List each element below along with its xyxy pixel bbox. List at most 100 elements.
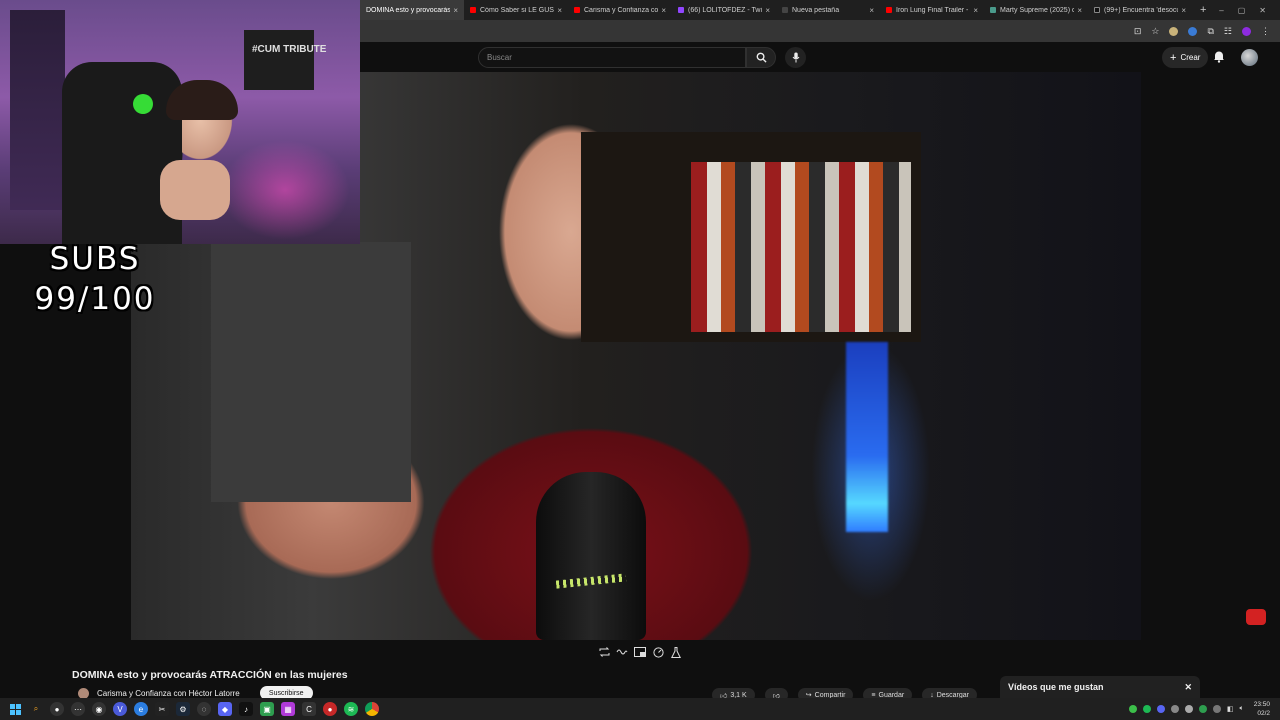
browser-tab[interactable]: Iron Lung Final Trailer - Yo ×: [880, 0, 984, 20]
browser-tab[interactable]: Cómo Saber si LE GUSTAS ×: [464, 0, 568, 20]
speed-icon[interactable]: [652, 646, 664, 658]
tiktok-favicon-icon: [1094, 7, 1100, 13]
miniplayer-icon[interactable]: [634, 646, 646, 658]
player-extra-controls: [590, 643, 690, 661]
twitch-favicon-icon: [678, 7, 684, 13]
subs-goal-overlay: SUBS 99/100: [0, 240, 190, 320]
edge-icon[interactable]: e: [134, 702, 148, 716]
browser-tab[interactable]: Marty Supreme (2025) d ×: [984, 0, 1088, 20]
streamer-webcam: #CUM TRIBUTE: [0, 0, 360, 244]
tray-spotify-icon[interactable]: [1142, 705, 1151, 713]
tab-label: (66) LOLITOFDEZ - Twitch: [688, 6, 763, 14]
youtube-favicon-icon: [470, 7, 476, 13]
close-icon[interactable]: ×: [869, 6, 874, 15]
liked-panel-title: Vídeos que me gustan: [1008, 682, 1104, 692]
close-icon[interactable]: ✕: [1184, 682, 1192, 696]
browser-tab-active[interactable]: DOMINA esto y provocarás ATRACCIÓN en la…: [360, 0, 464, 20]
close-icon[interactable]: ×: [453, 6, 458, 15]
extension-icon[interactable]: [1188, 26, 1198, 36]
minimize-button[interactable]: –: [1219, 6, 1223, 15]
tray-app-icon[interactable]: [1212, 705, 1221, 713]
browser-menu-icon[interactable]: ⋮: [1261, 26, 1270, 37]
install-app-icon[interactable]: ⊡: [1134, 26, 1142, 37]
subs-count: 99/100: [34, 281, 156, 317]
extension-icon[interactable]: [1169, 26, 1179, 36]
tray-app-icon[interactable]: [1184, 705, 1193, 713]
account-avatar[interactable]: [1241, 49, 1258, 66]
close-icon[interactable]: ×: [1181, 6, 1186, 15]
browser-tab[interactable]: (99+) Encuentra 'desocupa' ×: [1088, 0, 1192, 20]
tiktok-icon[interactable]: ♪: [239, 702, 253, 716]
streamer-hair: [166, 80, 238, 120]
browser-tab[interactable]: (66) LOLITOFDEZ - Twitch ×: [672, 0, 776, 20]
notifications-bell-icon[interactable]: [1213, 50, 1225, 63]
lightbulb-icon[interactable]: ◌: [197, 702, 211, 716]
steam-icon[interactable]: ⚙: [176, 702, 190, 716]
close-window-button[interactable]: ✕: [1259, 6, 1266, 15]
app-v-icon[interactable]: V: [113, 702, 127, 716]
extensions-puzzle-icon[interactable]: ⧉: [1207, 26, 1213, 37]
network-icon[interactable]: ◧: [1227, 705, 1234, 713]
microphone-icon: [792, 52, 799, 63]
channel-name[interactable]: Carisma y Confianza con Héctor Latorre: [97, 689, 240, 698]
tab-label: Iron Lung Final Trailer - Yo: [896, 6, 971, 14]
browser-tab[interactable]: Nueva pestaña ×: [776, 0, 880, 20]
capcut-icon[interactable]: ✂: [155, 702, 169, 716]
create-label: Crear: [1180, 53, 1201, 62]
bookmark-star-icon[interactable]: ☆: [1151, 26, 1159, 37]
profile-icon[interactable]: [1242, 26, 1251, 36]
channel-avatar[interactable]: [78, 687, 89, 699]
search-input[interactable]: Buscar: [478, 47, 746, 68]
close-icon[interactable]: ×: [765, 6, 770, 15]
framed-shirt: [244, 30, 314, 90]
plus-icon: +: [1170, 51, 1177, 64]
site-favicon-icon: [990, 7, 996, 13]
loop-icon[interactable]: [598, 646, 610, 658]
tray-discord-icon[interactable]: [1156, 705, 1165, 713]
windows-start-icon[interactable]: [8, 702, 22, 716]
search-icon: [756, 52, 767, 63]
new-tab-favicon-icon: [782, 7, 788, 13]
app-icon[interactable]: ●: [50, 702, 64, 716]
restore-button[interactable]: ▢: [1238, 6, 1246, 15]
tab-label: Carisma y Confianza con: [584, 6, 659, 14]
youtube-favicon-icon: [574, 7, 580, 13]
reading-list-icon[interactable]: ☷: [1224, 26, 1232, 37]
audio-icon[interactable]: [616, 646, 628, 658]
gaming-chair: [62, 62, 182, 244]
search-button[interactable]: [746, 47, 776, 68]
taskbar-clock[interactable]: 23:50 02/2: [1254, 700, 1270, 718]
lab-flask-icon[interactable]: [670, 646, 682, 658]
voice-search-button[interactable]: [785, 47, 806, 68]
app-color-icon[interactable]: ▦: [281, 702, 295, 716]
razer-logo-icon: [133, 94, 153, 114]
podcast-microphone: [536, 472, 646, 640]
background-books: [691, 162, 911, 332]
search-icon[interactable]: ⌕: [29, 702, 43, 716]
background-poster: [211, 242, 411, 502]
close-icon[interactable]: ×: [557, 6, 562, 15]
tray-app-icon[interactable]: [1128, 705, 1137, 713]
app-green-icon[interactable]: ▣: [260, 702, 274, 716]
tray-app-icon[interactable]: [1198, 705, 1207, 713]
tray-app-icon[interactable]: [1170, 705, 1179, 713]
new-tab-button[interactable]: +: [1192, 4, 1214, 16]
app-icon[interactable]: ⋯: [71, 702, 85, 716]
close-icon[interactable]: ×: [973, 6, 978, 15]
chrome-red-icon[interactable]: ●: [323, 702, 337, 716]
collectibles-shelf: [10, 10, 65, 210]
subs-label: SUBS: [49, 241, 141, 277]
volume-icon[interactable]: 🔈︎: [1240, 705, 1244, 713]
obs-icon[interactable]: ◉: [92, 702, 106, 716]
close-icon[interactable]: ×: [661, 6, 666, 15]
discord-icon[interactable]: ◆: [218, 702, 232, 716]
close-icon[interactable]: ×: [1077, 6, 1082, 15]
browser-tab[interactable]: Carisma y Confianza con ×: [568, 0, 672, 20]
spotify-icon[interactable]: ≋: [344, 702, 358, 716]
screen: DOMINA esto y provocarás ATRACCIÓN en la…: [0, 0, 1280, 720]
chrome-icon[interactable]: [365, 702, 379, 716]
windows-taskbar: ⌕ ● ⋯ ◉ V e ✂ ⚙ ◌ ◆ ♪ ▣ ▦ C ● ≋ ◧ 🔈︎ 23:…: [0, 698, 1280, 720]
pink-light: [220, 140, 350, 240]
app-c-icon[interactable]: C: [302, 702, 316, 716]
create-button[interactable]: + Crear: [1162, 47, 1209, 68]
